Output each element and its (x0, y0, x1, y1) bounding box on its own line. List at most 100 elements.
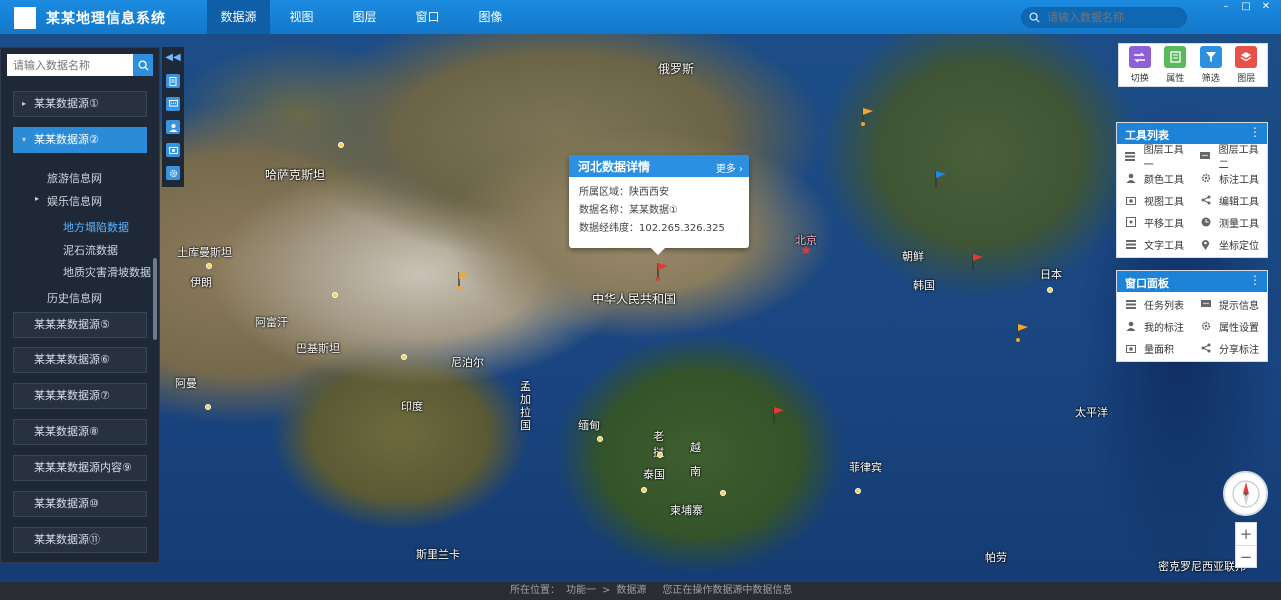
menu-datasource[interactable]: 数据源 (207, 0, 270, 34)
left-panel-scrollbar[interactable] (153, 258, 157, 340)
left-search-box (7, 54, 153, 76)
sub-item-history[interactable]: 历史信息网 (47, 290, 102, 306)
city-marker[interactable] (855, 488, 861, 494)
tool-annotate[interactable]: 标注工具 (1192, 167, 1267, 189)
maximize-icon[interactable]: □ (1239, 0, 1253, 14)
tool-edit[interactable]: 编辑工具 (1192, 189, 1267, 211)
minimize-icon[interactable]: – (1219, 0, 1233, 14)
nav-item-datasource-10[interactable]: 某某数据源⑩ (13, 491, 147, 517)
caret-right-icon: ▸ (35, 194, 40, 203)
nav-item-label: 某某某数据源⑦ (34, 389, 110, 402)
message-icon[interactable] (166, 97, 180, 111)
city-marker[interactable] (641, 487, 647, 493)
tool-locate[interactable]: 坐标定位 (1192, 233, 1267, 255)
city-marker[interactable] (597, 436, 603, 442)
layers-button[interactable]: 图层 (1229, 46, 1263, 84)
more-vertical-icon[interactable]: ⋮ (1249, 273, 1261, 287)
nav-item-datasource-11[interactable]: 某某数据源⑪ (13, 527, 147, 553)
left-data-panel: ▸ 某某数据源① ▾ 某某数据源② 旅游信息网 ▸ 娱乐信息网 地方塌陷数据 泥… (0, 47, 160, 563)
window-tips[interactable]: 提示信息 (1192, 293, 1267, 315)
flag-marker-icon[interactable] (771, 405, 785, 425)
zoom-out-button[interactable]: − (1236, 545, 1256, 567)
compass-control[interactable] (1223, 471, 1268, 516)
menu-image[interactable]: 图像 (459, 0, 522, 34)
city-marker[interactable] (206, 263, 212, 269)
menu-window[interactable]: 窗口 (396, 0, 459, 34)
settings-gear-icon[interactable] (166, 166, 180, 180)
flag-marker-icon[interactable] (970, 252, 984, 272)
left-search-input[interactable] (7, 54, 133, 76)
nav-item-label: 某某某数据源内容⑨ (34, 461, 132, 474)
close-icon[interactable]: ✕ (1259, 0, 1273, 14)
menu-view[interactable]: 视图 (270, 0, 333, 34)
flag-marker-icon[interactable] (860, 106, 874, 126)
tool-layer-2[interactable]: 图层工具二 (1192, 145, 1267, 171)
switch-button[interactable]: 切换 (1123, 46, 1157, 84)
map-label-india: 印度 (401, 400, 423, 413)
window-measure-area[interactable]: 量面积 (1117, 337, 1192, 359)
sub-item-landslide[interactable]: 地质灾害滑坡数据 (63, 264, 151, 280)
sub-item-collapse-data[interactable]: 地方塌陷数据 (63, 219, 129, 235)
tool-measure[interactable]: 测量工具 (1192, 211, 1267, 233)
map-label-vietnam: 越南 (690, 441, 701, 478)
top-bar: 某某地理信息系统 数据源 视图 图层 窗口 图像 – □ ✕ (0, 0, 1281, 34)
map-label-cambodia: 柬埔寨 (670, 504, 703, 517)
properties-button[interactable]: 属性 (1158, 46, 1192, 84)
status-path-1[interactable]: 功能一 (566, 582, 596, 600)
city-marker[interactable] (401, 354, 407, 360)
flag-marker-icon[interactable] (1015, 322, 1029, 342)
nav-item-datasource-9[interactable]: 某某某数据源内容⑨ (13, 455, 147, 481)
window-property-settings[interactable]: 属性设置 (1192, 315, 1267, 337)
user-icon[interactable] (166, 120, 180, 134)
camera-icon[interactable] (166, 143, 180, 157)
window-task-list[interactable]: 任务列表 (1117, 293, 1192, 315)
sub-item-tourism[interactable]: 旅游信息网 (47, 170, 102, 186)
map-label-turkmenistan: 土库曼斯坦 (177, 246, 232, 259)
data-detail-popup: 河北数据详情 更多 › 所属区域：陕西西安 数据名称：某某数据① 数据经纬度：1… (569, 155, 749, 255)
nav-item-datasource-1[interactable]: ▸ 某某数据源① (13, 91, 147, 117)
nav-item-datasource-5[interactable]: 某某某数据源⑤ (13, 312, 147, 338)
map-label-oman: 阿曼 (175, 377, 197, 390)
map-view[interactable]: 俄罗斯 哈萨克斯坦 土库曼斯坦 阿富汗 巴基斯坦 尼泊尔 印度 孟加拉国 缅甸 … (0, 34, 1281, 582)
tool-pan[interactable]: 平移工具 (1117, 211, 1192, 233)
nav-item-datasource-7[interactable]: 某某某数据源⑦ (13, 383, 147, 409)
camera-icon (1125, 343, 1136, 354)
document-icon[interactable] (166, 74, 180, 88)
window-share-annotation[interactable]: 分享标注 (1192, 337, 1267, 359)
nav-item-datasource-6[interactable]: 某某某数据源⑥ (13, 347, 147, 373)
collapse-left-icon[interactable]: ◀◀ (162, 47, 184, 67)
status-path-2[interactable]: 数据源 (616, 582, 646, 600)
window-my-annotations[interactable]: 我的标注 (1117, 315, 1192, 337)
city-marker[interactable] (720, 490, 726, 496)
tool-view[interactable]: 视图工具 (1117, 189, 1192, 211)
zoom-in-button[interactable]: + (1236, 523, 1256, 545)
city-marker[interactable] (205, 404, 211, 410)
popup-more-link[interactable]: 更多 › (716, 160, 743, 175)
tool-list-header: 工具列表 ⋮ (1117, 123, 1267, 144)
nav-item-datasource-2[interactable]: ▾ 某某数据源② (13, 127, 147, 153)
properties-label: 属性 (1166, 74, 1185, 84)
nav-item-datasource-8[interactable]: 某某数据源⑧ (13, 419, 147, 445)
sub-item-entertainment[interactable]: 娱乐信息网 (47, 193, 102, 209)
status-message: 您正在操作数据源中数据信息 (662, 585, 793, 596)
menu-layer[interactable]: 图层 (333, 0, 396, 34)
tool-layer-1[interactable]: 图层工具一 (1117, 145, 1192, 171)
flag-marker-icon[interactable] (456, 270, 470, 290)
city-marker[interactable] (1047, 287, 1053, 293)
sub-item-debris-flow[interactable]: 泥石流数据 (63, 242, 118, 258)
left-search-button[interactable] (133, 54, 153, 76)
city-marker[interactable] (657, 452, 663, 458)
camera-icon (1125, 195, 1136, 206)
more-vertical-icon[interactable]: ⋮ (1249, 125, 1261, 139)
flag-marker-icon[interactable] (655, 261, 669, 281)
share-icon (1200, 195, 1211, 206)
city-marker[interactable] (332, 292, 338, 298)
list-icon (1125, 239, 1136, 250)
filter-button[interactable]: 筛选 (1194, 46, 1228, 84)
caret-right-icon: ▸ (22, 99, 27, 108)
top-search-input[interactable] (1047, 11, 1177, 24)
flag-marker-icon[interactable] (933, 169, 947, 189)
tool-text[interactable]: 文字工具 (1117, 233, 1192, 255)
tool-color[interactable]: 颜色工具 (1117, 167, 1192, 189)
city-marker[interactable] (338, 142, 344, 148)
